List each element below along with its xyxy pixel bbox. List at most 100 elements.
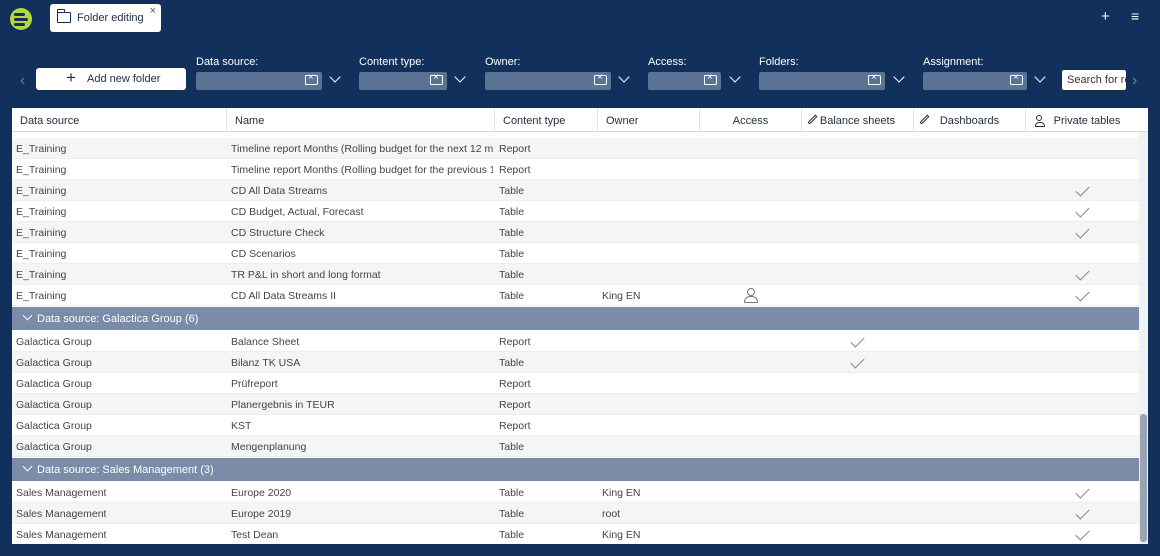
add-icon[interactable]: + [1101,9,1110,24]
table-row[interactable]: Sales Management Europe 2019 Table root [12,503,1139,524]
cell-data-source: Sales Management [16,529,107,541]
chevron-down-icon[interactable] [22,310,33,321]
clear-icon[interactable] [868,72,881,85]
content-type-filter-input[interactable] [359,72,447,90]
table-row[interactable]: E_Training Timeline report Months (Rollin… [12,159,1139,180]
assignment-filter-input[interactable] [923,72,1027,90]
column-header-access[interactable]: Access [700,108,802,132]
cell-content-type: Table [499,441,525,453]
scrollbar-thumb[interactable] [1140,414,1147,542]
column-header-owner[interactable]: Owner [598,108,700,132]
table-row[interactable]: E_Training CD All Data Streams II Table Kin… [12,285,1139,306]
chevron-down-icon[interactable] [618,71,630,83]
table-row[interactable]: E_Training TR P&L in short and long forma… [12,264,1139,285]
owner-filter-input[interactable] [485,72,611,90]
cell-owner: King EN [602,290,641,302]
data-source-filter-input[interactable] [196,72,322,90]
menu-icon[interactable]: ≡ [1131,9,1139,24]
plus-icon: + [66,68,76,87]
chevron-down-icon[interactable] [329,71,341,83]
column-header-dashboards[interactable]: Dashboards [914,108,1026,132]
group-label: Data source: Galactica Group (6) [37,313,199,325]
chevron-down-icon[interactable] [22,461,33,472]
table-row[interactable]: Galactica Group Balance Sheet Report [12,331,1139,352]
table-row[interactable]: Galactica Group Planergebnis in TEUR Repor… [12,394,1139,415]
table-header: Data source Name Content type Owner Acce… [12,108,1148,132]
column-header-private-tables[interactable]: Private tables [1026,108,1148,132]
scroll-right-arrow-icon[interactable]: › [1132,72,1137,90]
clear-icon[interactable] [704,72,717,85]
tab-title: Folder editing [77,12,144,24]
column-header-data-source[interactable]: Data source [12,108,227,132]
table-row[interactable]: E_Training Timeline report Months (Rollin… [12,138,1139,159]
table-row[interactable]: Galactica Group Mengenplanung Table [12,436,1139,457]
group-header-galactica-group[interactable]: Data source: Galactica Group (6) [12,307,1139,330]
filter-label-access: Access: [648,56,687,68]
cell-data-source: Galactica Group [16,441,92,453]
column-header-balance-sheets[interactable]: Balance sheets [802,108,914,132]
tab-close-icon[interactable]: × [150,5,156,17]
group-label: Data source: Sales Management (3) [37,464,214,476]
vertical-scrollbar[interactable] [1139,132,1148,544]
table-row[interactable]: E_Training CD All Data Streams Table [12,180,1139,201]
pencil-icon [919,114,930,125]
cell-name: CD All Data Streams [231,185,328,197]
chevron-down-icon[interactable] [454,71,466,83]
check-icon [850,354,865,369]
cell-owner: root [602,508,621,520]
folder-icon [57,9,71,23]
add-new-folder-button[interactable]: + Add new folder [36,68,186,90]
cell-name: Timeline report Months (Rolling budget f… [231,164,493,176]
cell-data-source: Galactica Group [16,357,92,369]
column-header-name[interactable]: Name [227,108,495,132]
filter-label-folders: Folders: [759,56,799,68]
clear-icon[interactable] [305,72,318,85]
group-header-sales-management[interactable]: Data source: Sales Management (3) [12,458,1139,481]
cell-data-source: E_Training [16,206,67,218]
filter-label-owner: Owner: [485,56,521,68]
table-row[interactable]: E_Training CD Budget, Actual, Forecast Tab… [12,201,1139,222]
scroll-left-arrow-icon[interactable]: ‹ [20,72,25,90]
cell-data-source: Galactica Group [16,399,92,411]
chevron-down-icon[interactable] [893,71,905,83]
cell-name: Mengenplanung [231,441,307,453]
cell-content-type: Report [499,378,531,390]
table-row[interactable]: E_Training CD Scenarios Table [12,243,1139,264]
cell-content-type: Table [499,529,525,541]
pencil-icon [807,114,818,125]
column-header-content-type[interactable]: Content type [495,108,598,132]
table-row[interactable]: Sales Management Europe 2020 Table King EN [12,482,1139,503]
table-row[interactable]: Galactica Group Prüfreport Report [12,373,1139,394]
cell-name: Europe 2020 [231,487,292,499]
folders-filter-input[interactable] [759,72,885,90]
table-row[interactable]: Sales Management Test Dean Table King EN [12,524,1139,544]
check-icon [1075,526,1090,541]
chevron-down-icon[interactable] [1034,71,1046,83]
app-logo[interactable] [10,8,32,30]
cell-content-type: Table [499,269,525,281]
chevron-down-icon[interactable] [729,71,741,83]
clear-icon[interactable] [594,72,607,85]
filter-label-content-type: Content type: [359,56,425,68]
cell-data-source: Galactica Group [16,378,92,390]
cell-content-type: Table [499,248,525,260]
cell-name: Timeline report Months (Rolling budget f… [231,143,493,155]
cell-content-type: Table [499,185,525,197]
search-input[interactable]: Search for rep [1062,70,1126,90]
cell-name: Balance Sheet [231,336,300,348]
clear-icon[interactable] [1010,72,1023,85]
cell-data-source: E_Training [16,164,67,176]
cell-content-type: Table [499,487,525,499]
cell-content-type: Report [499,336,531,348]
table-row[interactable]: E_Training CD Structure Check Table [12,222,1139,243]
access-filter-input[interactable] [648,72,721,90]
clear-icon[interactable] [430,72,443,85]
tab-folder-editing[interactable]: Folder editing × [50,4,161,32]
person-icon [743,288,759,304]
cell-data-source: E_Training [16,227,67,239]
table-row[interactable]: Galactica Group KST Report [12,415,1139,436]
cell-data-source: E_Training [16,185,67,197]
table-row[interactable]: Galactica Group Bilanz TK USA Table [12,352,1139,373]
cell-name: Test Dean [231,529,279,541]
cell-data-source: Galactica Group [16,420,92,432]
